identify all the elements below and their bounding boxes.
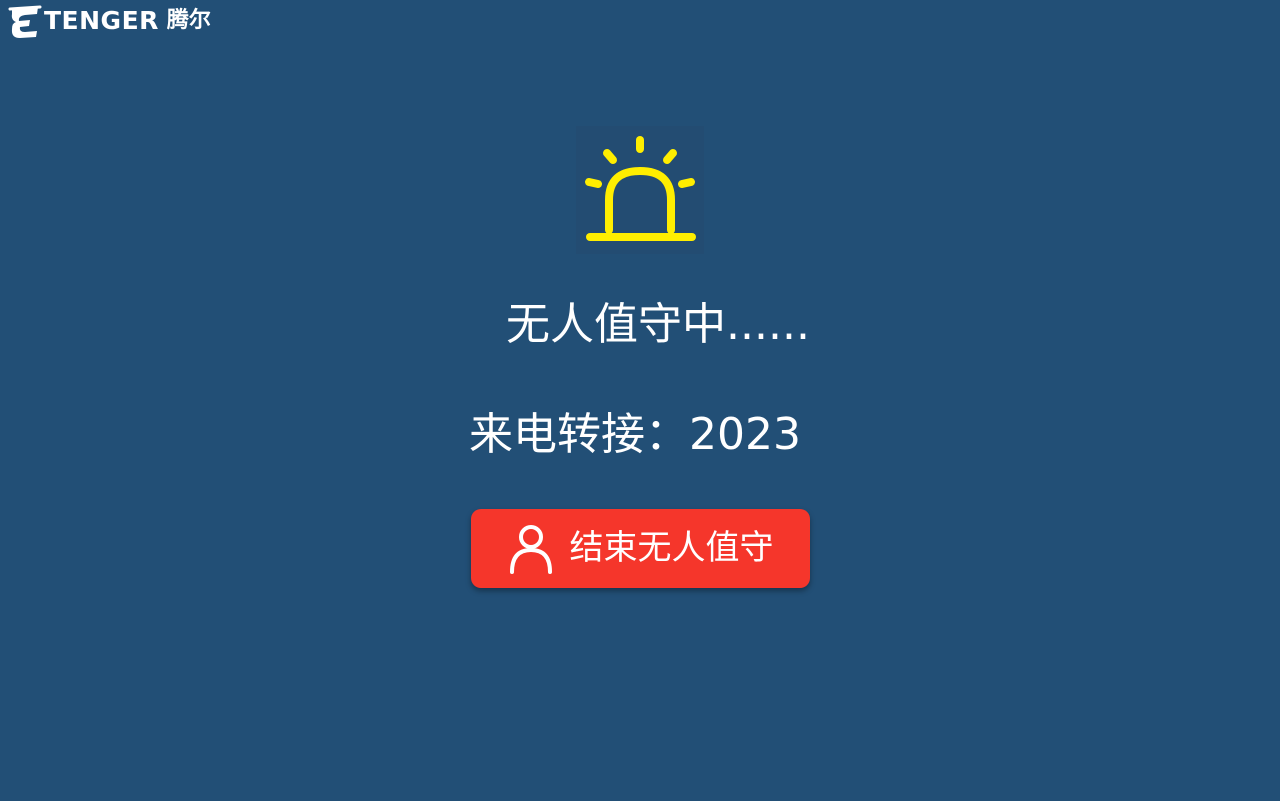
unattended-status: 无人值守中...... bbox=[506, 299, 810, 350]
end-unattended-label: 结束无人值守 bbox=[569, 528, 774, 568]
call-forward-label: 来电转接： bbox=[469, 409, 689, 460]
alarm-light-icon bbox=[576, 126, 704, 254]
call-forward-line: 来电转接：2023 bbox=[0, 400, 1280, 470]
user-icon bbox=[509, 524, 552, 574]
brand-wordmark: TENGER bbox=[44, 6, 159, 35]
end-unattended-button[interactable]: 结束无人值守 bbox=[471, 509, 810, 588]
brand-name-cn: 腾尔 bbox=[166, 8, 211, 33]
call-forward-number: 2023 bbox=[689, 409, 801, 460]
unattended-screen: TENGER 腾尔 无人值守中...... 来电转接：2023 结束无人值守 bbox=[0, 0, 1280, 801]
tenger-logo-icon bbox=[8, 5, 42, 38]
brand-logo: TENGER 腾尔 bbox=[8, 2, 211, 40]
